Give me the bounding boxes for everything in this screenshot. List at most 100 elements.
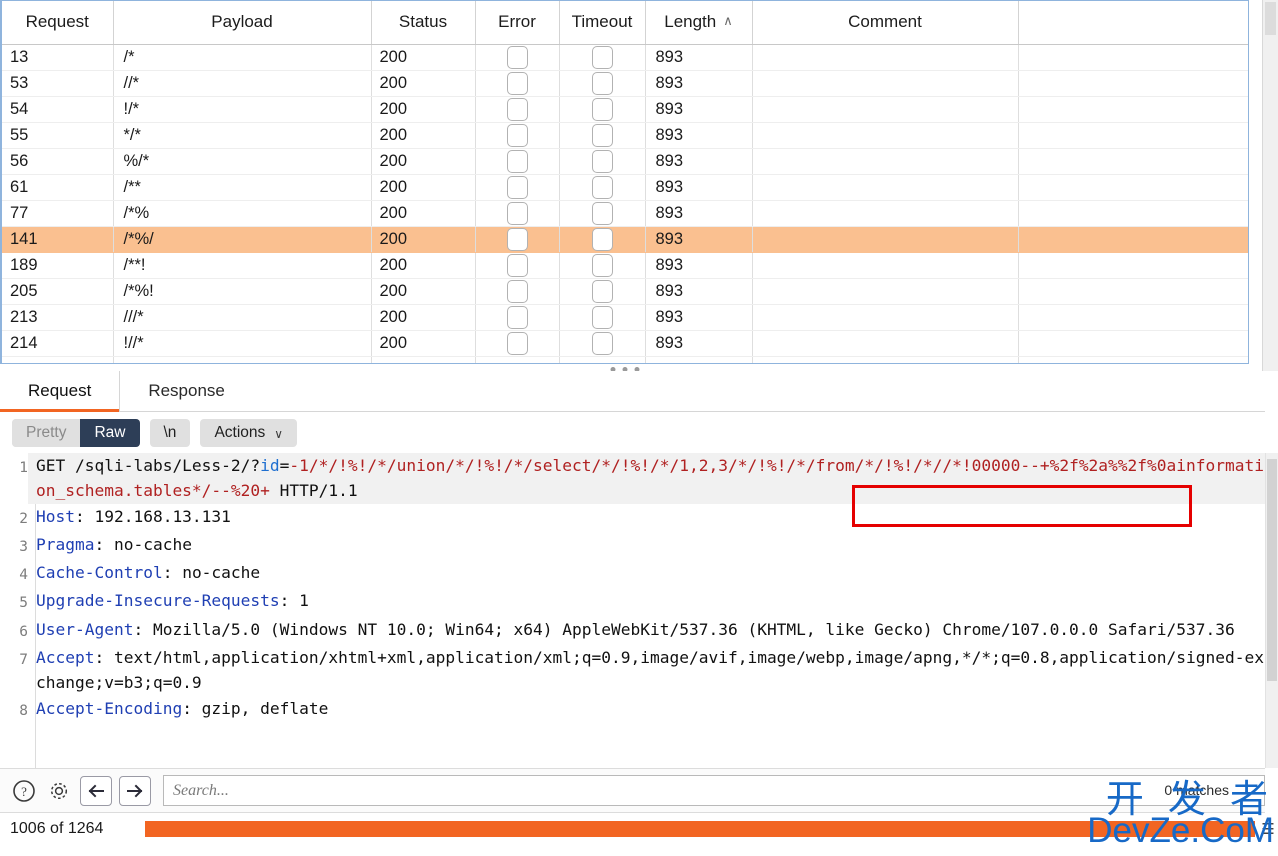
table-row[interactable]: 13/* 200 893 bbox=[2, 44, 1248, 71]
column-header-comment[interactable]: Comment bbox=[752, 1, 1019, 45]
cell-error-checkbox[interactable] bbox=[475, 96, 560, 123]
line-text[interactable]: Pragma: no-cache bbox=[28, 532, 1265, 557]
checkbox-icon[interactable] bbox=[506, 71, 528, 95]
cell-timeout-checkbox[interactable] bbox=[559, 200, 646, 227]
table-row[interactable]: 205/*%! 200 893 bbox=[2, 278, 1248, 305]
checkbox-icon[interactable] bbox=[591, 45, 613, 69]
table-row[interactable]: 54 !/* 200 893 bbox=[2, 96, 1248, 123]
search-next-button[interactable] bbox=[119, 775, 151, 806]
pretty-view-button[interactable]: Pretty bbox=[12, 418, 81, 447]
cell-timeout-checkbox[interactable] bbox=[559, 96, 646, 123]
cell-error-checkbox[interactable] bbox=[475, 200, 560, 227]
tab-response[interactable]: Response bbox=[120, 371, 253, 411]
line-text[interactable]: Host: 192.168.13.131 bbox=[28, 504, 1265, 529]
checkbox-icon[interactable] bbox=[506, 201, 528, 225]
checkbox-icon[interactable] bbox=[506, 45, 528, 69]
cell-timeout-checkbox[interactable] bbox=[559, 356, 646, 363]
table-row[interactable]: 55 */* 200 893 bbox=[2, 122, 1248, 149]
cell-error-checkbox[interactable] bbox=[475, 330, 560, 357]
cell-error-checkbox[interactable] bbox=[475, 226, 560, 253]
request-lines-container[interactable]: 1 GET /sqli-labs/Less-2/?id=-1/*/!%!/*/un… bbox=[0, 453, 1265, 724]
cell-timeout-checkbox[interactable] bbox=[559, 122, 646, 149]
column-header-payload[interactable]: Payload bbox=[113, 1, 372, 45]
cell-error-checkbox[interactable] bbox=[475, 44, 560, 71]
cell-error-checkbox[interactable] bbox=[475, 356, 560, 363]
cell-timeout-checkbox[interactable] bbox=[559, 252, 646, 279]
line-text[interactable]: Accept: text/html,application/xhtml+xml,… bbox=[28, 645, 1265, 696]
table-row[interactable]: 213///* 200 893 bbox=[2, 304, 1248, 331]
raw-view-button[interactable]: Raw bbox=[80, 418, 140, 447]
checkbox-icon[interactable] bbox=[591, 201, 613, 225]
cell-error-checkbox[interactable] bbox=[475, 122, 560, 149]
sort-ascending-icon[interactable]: ∧ bbox=[723, 13, 733, 29]
settings-button[interactable] bbox=[45, 777, 73, 805]
search-previous-button[interactable] bbox=[80, 775, 112, 806]
actions-menu-button[interactable]: Actions ∨ bbox=[200, 418, 298, 447]
request-code-editor[interactable]: 1 GET /sqli-labs/Less-2/?id=-1/*/!%!/*/un… bbox=[0, 453, 1265, 768]
checkbox-icon[interactable] bbox=[591, 123, 613, 147]
cell-timeout-checkbox[interactable] bbox=[559, 70, 646, 97]
checkbox-icon[interactable] bbox=[506, 305, 528, 329]
tab-request[interactable]: Request bbox=[0, 371, 121, 412]
cell-error-checkbox[interactable] bbox=[475, 70, 560, 97]
checkbox-icon[interactable] bbox=[506, 175, 528, 199]
table-row[interactable]: 141/*%/200 893 bbox=[2, 226, 1248, 253]
table-row[interactable]: 53//* 200 893 bbox=[2, 70, 1248, 97]
editor-vertical-scrollbar[interactable] bbox=[1265, 453, 1278, 768]
results-table[interactable]: Request Payload Status Error Timeout Len… bbox=[2, 1, 1248, 363]
checkbox-icon[interactable] bbox=[506, 331, 528, 355]
cell-timeout-checkbox[interactable] bbox=[559, 174, 646, 201]
search-input[interactable] bbox=[163, 775, 1265, 806]
editor-side-panel-icon[interactable]: ☰ bbox=[1260, 820, 1276, 840]
results-vertical-scrollbar[interactable] bbox=[1262, 0, 1278, 371]
column-header-length[interactable]: Length ∧ bbox=[645, 1, 753, 45]
line-text[interactable]: User-Agent: Mozilla/5.0 (Windows NT 10.0… bbox=[28, 617, 1265, 642]
checkbox-icon[interactable] bbox=[506, 97, 528, 121]
checkbox-icon[interactable] bbox=[506, 149, 528, 173]
checkbox-icon[interactable] bbox=[506, 123, 528, 147]
cell-error-checkbox[interactable] bbox=[475, 174, 560, 201]
table-row[interactable]: 189/**! 200 893 bbox=[2, 252, 1248, 279]
line-text[interactable]: GET /sqli-labs/Less-2/?id=-1/*/!%!/*/uni… bbox=[28, 453, 1265, 504]
table-row[interactable]: 61/** 200 893 bbox=[2, 174, 1248, 201]
results-scrollbar-thumb[interactable] bbox=[1265, 2, 1276, 35]
checkbox-icon[interactable] bbox=[591, 279, 613, 303]
table-row[interactable]: 214 !//* 200 893 bbox=[2, 330, 1248, 357]
column-header-status[interactable]: Status bbox=[371, 1, 476, 45]
checkbox-icon[interactable] bbox=[591, 253, 613, 277]
help-button[interactable]: ? bbox=[10, 777, 38, 805]
cell-timeout-checkbox[interactable] bbox=[559, 304, 646, 331]
line-text[interactable]: Cache-Control: no-cache bbox=[28, 560, 1265, 585]
checkbox-icon[interactable] bbox=[506, 253, 528, 277]
newline-toggle-button[interactable]: \n bbox=[149, 418, 191, 447]
checkbox-icon[interactable] bbox=[591, 149, 613, 173]
cell-timeout-checkbox[interactable] bbox=[559, 330, 646, 357]
line-text[interactable]: Accept-Encoding: gzip, deflate bbox=[28, 696, 1265, 721]
checkbox-icon[interactable] bbox=[591, 97, 613, 121]
table-row[interactable]: 56 %/* 200 893 bbox=[2, 148, 1248, 175]
cell-timeout-checkbox[interactable] bbox=[559, 44, 646, 71]
results-scroll-area[interactable]: Request Payload Status Error Timeout Len… bbox=[0, 0, 1249, 364]
editor-scrollbar-thumb[interactable] bbox=[1267, 459, 1277, 681]
checkbox-icon[interactable] bbox=[591, 227, 613, 251]
column-header-request[interactable]: Request bbox=[2, 1, 114, 45]
checkbox-icon[interactable] bbox=[591, 305, 613, 329]
cell-error-checkbox[interactable] bbox=[475, 278, 560, 305]
checkbox-icon[interactable] bbox=[506, 227, 528, 251]
cell-timeout-checkbox[interactable] bbox=[559, 226, 646, 253]
column-header-timeout[interactable]: Timeout bbox=[559, 1, 646, 45]
checkbox-icon[interactable] bbox=[591, 331, 613, 355]
checkbox-icon[interactable] bbox=[506, 279, 528, 303]
cell-timeout-checkbox[interactable] bbox=[559, 278, 646, 305]
table-row[interactable] bbox=[2, 356, 1248, 363]
table-row[interactable]: 77/*% 200 893 bbox=[2, 200, 1248, 227]
column-header-error[interactable]: Error bbox=[475, 1, 560, 45]
checkbox-icon[interactable] bbox=[591, 71, 613, 95]
cell-timeout-checkbox[interactable] bbox=[559, 148, 646, 175]
cell-error-checkbox[interactable] bbox=[475, 304, 560, 331]
checkbox-icon[interactable] bbox=[591, 175, 613, 199]
cell-error-checkbox[interactable] bbox=[475, 252, 560, 279]
results-table-body[interactable]: 13/* 200 893 53//* 200 893 54 !/* 200 893 55 */* 200… bbox=[2, 44, 1248, 363]
cell-error-checkbox[interactable] bbox=[475, 148, 560, 175]
line-text[interactable]: Upgrade-Insecure-Requests: 1 bbox=[28, 588, 1265, 613]
